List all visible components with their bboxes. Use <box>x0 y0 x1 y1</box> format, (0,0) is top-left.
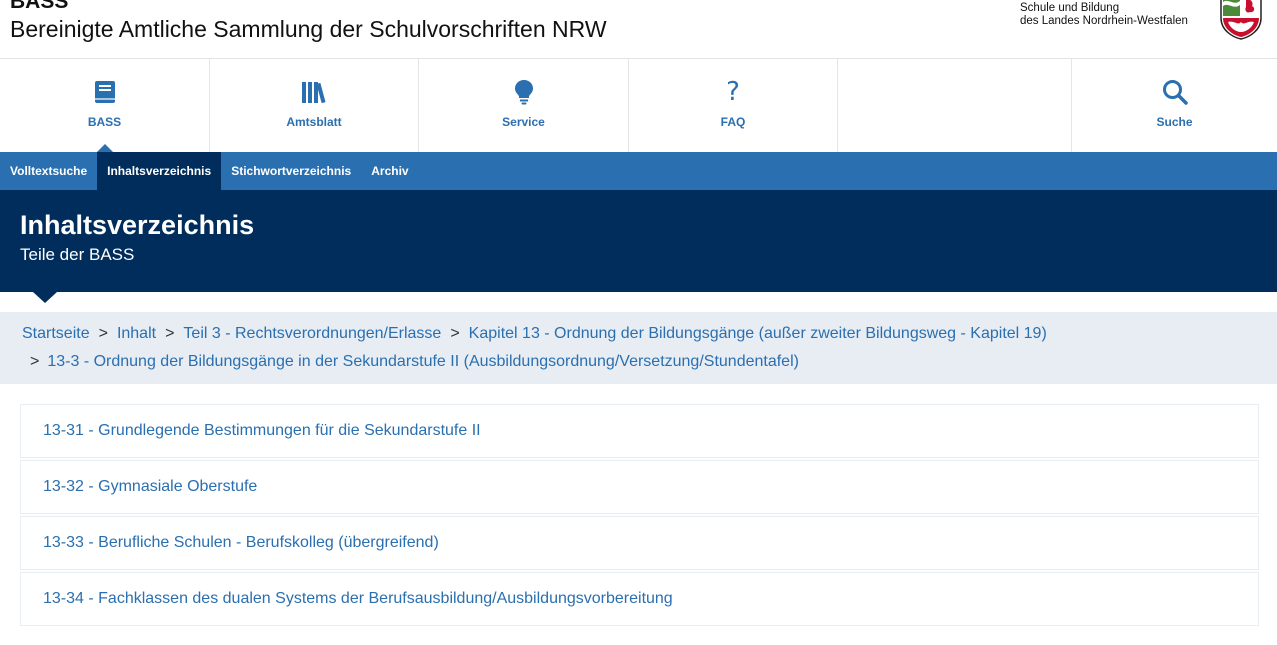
breadcrumb-kapitel-13[interactable]: Kapitel 13 - Ordnung der Bildungsgänge (… <box>469 325 1047 342</box>
nav-faq[interactable]: ? FAQ <box>629 59 838 152</box>
ministry-line-1: Schule und Bildung <box>1020 2 1120 14</box>
nrw-crest-icon[interactable] <box>1216 0 1266 40</box>
active-pointer <box>96 144 113 152</box>
breadcrumb-startseite[interactable]: Startseite <box>22 325 90 342</box>
nav-label: FAQ <box>720 115 746 129</box>
breadcrumb-separator: > <box>165 325 175 342</box>
breadcrumb-row-2: >13-3 - Ordnung der Bildungsgänge in der… <box>30 353 799 371</box>
site-header: BASS Bereinigte Amtliche Sammlung der Sc… <box>0 0 1277 59</box>
nav-label: BASS <box>87 115 122 129</box>
breadcrumb-teil-3[interactable]: Teil 3 - Rechtsverordnungen/Erlasse <box>183 325 441 342</box>
tab-stichwortverzeichnis[interactable]: Stichwortverzeichnis <box>221 152 361 190</box>
books-icon <box>300 78 328 106</box>
tab-inhaltsverzeichnis[interactable]: Inhaltsverzeichnis <box>97 152 222 190</box>
breadcrumb-row-1: Startseite > Inhalt > Teil 3 - Rechtsverordn… <box>22 325 1047 343</box>
question-icon: ? <box>726 77 740 107</box>
nav-label: Service <box>502 115 545 129</box>
tab-archiv[interactable]: Archiv <box>361 152 418 190</box>
ministry-line-2: des Landes Nordrhein-Westfalen <box>1020 15 1188 27</box>
breadcrumb-separator: > <box>450 325 460 342</box>
list-item[interactable]: 13-34 - Fachklassen des dualen Systems d… <box>20 572 1259 626</box>
nav-suche[interactable]: Suche <box>1072 59 1277 152</box>
nav-spacer <box>838 59 1072 152</box>
header-arrow <box>33 292 57 303</box>
page-header: Inhaltsverzeichnis Teile der BASS <box>0 190 1277 292</box>
content-list: 13-31 - Grundlegende Bestimmungen für di… <box>20 404 1259 628</box>
main-navigation: BASS Amtsblatt Service ? FAQ Suche <box>0 59 1277 152</box>
sub-navigation: Volltextsuche Inhaltsverzeichnis Stichwo… <box>0 152 1277 190</box>
breadcrumb-separator: > <box>30 353 40 370</box>
site-short-title[interactable]: BASS <box>10 0 68 13</box>
nav-amtsblatt[interactable]: Amtsblatt <box>210 59 419 152</box>
ministry-name[interactable]: Schule und Bildung des Landes Nordrhein-… <box>1020 2 1188 28</box>
site-title[interactable]: Bereinigte Amtliche Sammlung der Schulvo… <box>10 16 607 42</box>
nav-label: Amtsblatt <box>286 115 342 129</box>
breadcrumb: Startseite > Inhalt > Teil 3 - Rechtsverordn… <box>0 312 1277 384</box>
list-item[interactable]: 13-32 - Gymnasiale Oberstufe <box>20 460 1259 514</box>
list-item[interactable]: 13-33 - Berufliche Schulen - Berufskolle… <box>20 516 1259 570</box>
breadcrumb-separator: > <box>98 325 108 342</box>
page-subtitle: Teile der BASS <box>20 245 135 264</box>
nav-service[interactable]: Service <box>419 59 629 152</box>
lightbulb-icon <box>510 78 538 106</box>
breadcrumb-13-3[interactable]: 13-3 - Ordnung der Bildungsgänge in der … <box>47 353 799 370</box>
tab-volltextsuche[interactable]: Volltextsuche <box>0 152 97 190</box>
nav-bass[interactable]: BASS <box>0 59 210 152</box>
list-item[interactable]: 13-31 - Grundlegende Bestimmungen für di… <box>20 404 1259 458</box>
search-icon <box>1161 78 1189 106</box>
book-icon <box>91 78 119 106</box>
nav-label: Suche <box>1156 115 1193 129</box>
page-title: Inhaltsverzeichnis <box>20 210 255 240</box>
breadcrumb-inhalt[interactable]: Inhalt <box>117 325 156 342</box>
